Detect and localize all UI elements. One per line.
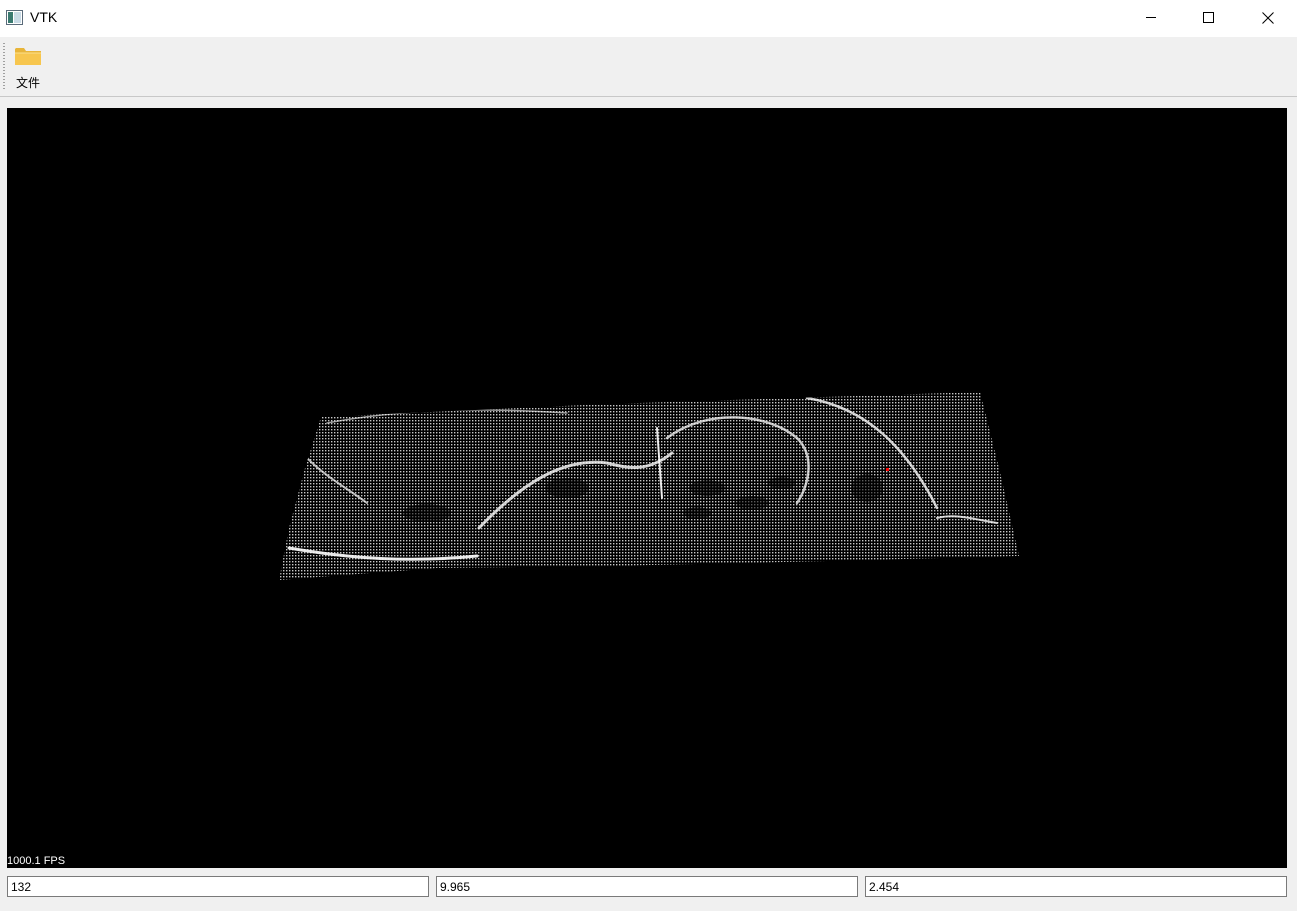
minimize-icon (1146, 17, 1156, 18)
render-viewport[interactable]: 1000.1 FPS (7, 108, 1287, 868)
coordinate-field-1[interactable] (7, 876, 429, 897)
file-button[interactable]: 文件 (10, 40, 48, 92)
minimize-button[interactable] (1122, 0, 1180, 37)
window-title: VTK (30, 9, 58, 25)
maximize-button[interactable] (1180, 0, 1238, 37)
app-window-icon (6, 10, 23, 25)
close-icon (1262, 12, 1274, 24)
folder-icon (14, 45, 42, 71)
toolbar: 文件 (0, 37, 1297, 97)
file-button-label: 文件 (15, 76, 40, 90)
close-button[interactable] (1239, 0, 1297, 37)
title-bar: VTK (0, 0, 1297, 37)
coordinate-field-2[interactable] (436, 876, 858, 897)
coordinate-field-3[interactable] (865, 876, 1287, 897)
maximize-icon (1203, 12, 1214, 23)
toolbar-grip[interactable] (3, 43, 5, 89)
fps-counter: 1000.1 FPS (7, 855, 66, 867)
pick-marker (886, 468, 889, 471)
point-cloud-mesh (279, 392, 1019, 580)
